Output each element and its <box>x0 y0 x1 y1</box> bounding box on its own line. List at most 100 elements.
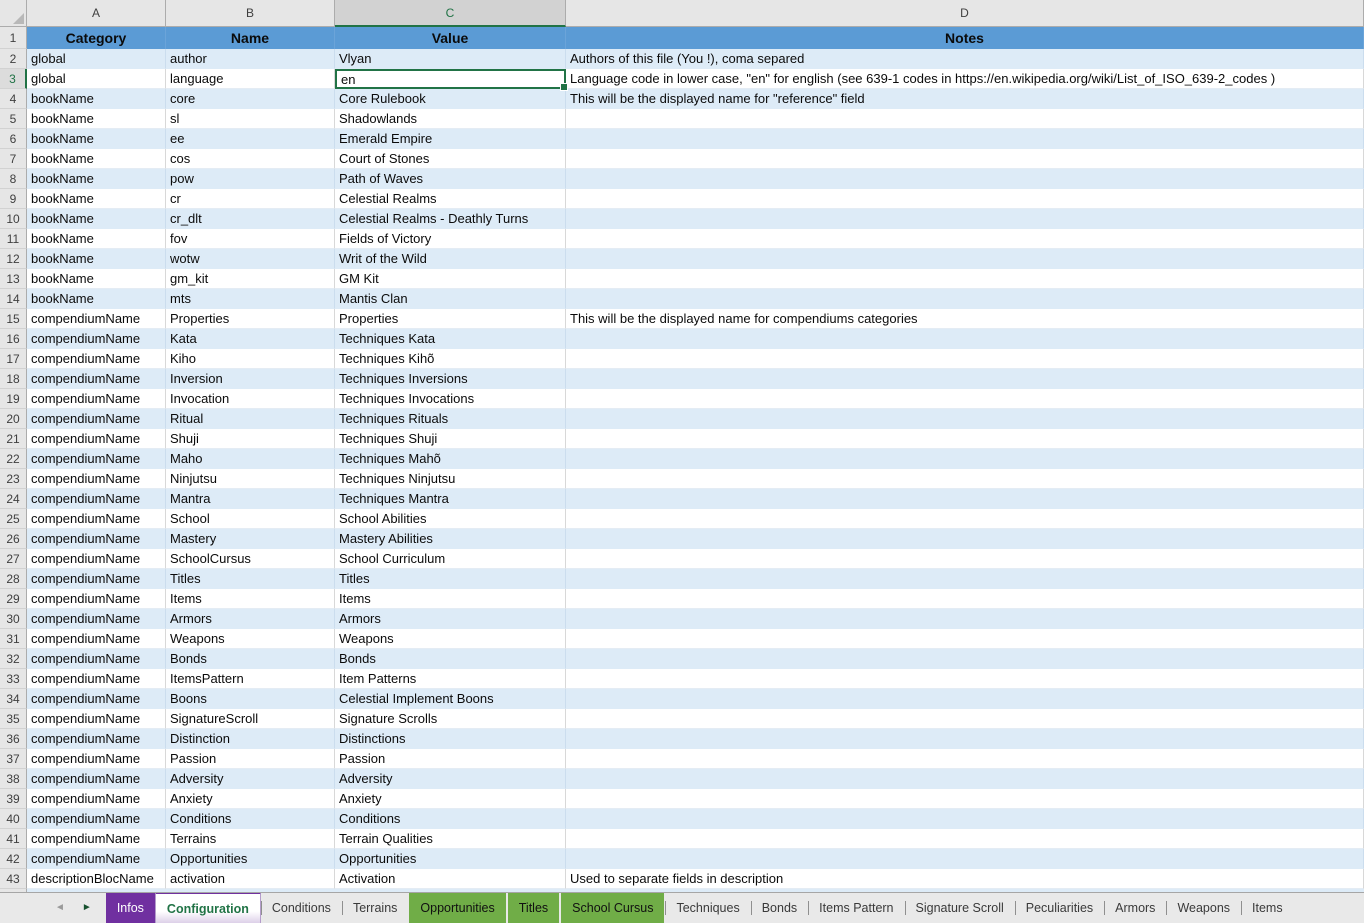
sheet-tab-items-pattern[interactable]: Items Pattern <box>808 893 904 923</box>
cell-D22[interactable] <box>566 449 1364 469</box>
cell-D17[interactable] <box>566 349 1364 369</box>
cell-A22[interactable]: compendiumName <box>27 449 166 469</box>
cell-B36[interactable]: Distinction <box>166 729 335 749</box>
row-header-1[interactable]: 1 <box>0 27 27 49</box>
cell-D3[interactable]: Language code in lower case, "en" for en… <box>566 69 1364 89</box>
cell-B9[interactable]: cr <box>166 189 335 209</box>
cell-A19[interactable]: compendiumName <box>27 389 166 409</box>
cell-C30[interactable]: Armors <box>335 609 566 629</box>
cell-C21[interactable]: Techniques Shuji <box>335 429 566 449</box>
row-header-32[interactable]: 32 <box>0 649 27 669</box>
cell-A25[interactable]: compendiumName <box>27 509 166 529</box>
cell-B6[interactable]: ee <box>166 129 335 149</box>
cell-A18[interactable]: compendiumName <box>27 369 166 389</box>
cell-B41[interactable]: Terrains <box>166 829 335 849</box>
cell-D14[interactable] <box>566 289 1364 309</box>
cell-B39[interactable]: Anxiety <box>166 789 335 809</box>
cell-A39[interactable]: compendiumName <box>27 789 166 809</box>
cell-B29[interactable]: Items <box>166 589 335 609</box>
cell-B38[interactable]: Adversity <box>166 769 335 789</box>
row-header-36[interactable]: 36 <box>0 729 27 749</box>
cell-B42[interactable]: Opportunities <box>166 849 335 869</box>
cell-C4[interactable]: Core Rulebook <box>335 89 566 109</box>
row-header-24[interactable]: 24 <box>0 489 27 509</box>
cell-D21[interactable] <box>566 429 1364 449</box>
cell-B21[interactable]: Shuji <box>166 429 335 449</box>
cell-B7[interactable]: cos <box>166 149 335 169</box>
header-cell-A1[interactable]: Category <box>27 27 166 49</box>
cell-C9[interactable]: Celestial Realms <box>335 189 566 209</box>
cell-A6[interactable]: bookName <box>27 129 166 149</box>
cell-A14[interactable]: bookName <box>27 289 166 309</box>
cell-C32[interactable]: Bonds <box>335 649 566 669</box>
cell-A35[interactable]: compendiumName <box>27 709 166 729</box>
cell-B40[interactable]: Conditions <box>166 809 335 829</box>
cell-D16[interactable] <box>566 329 1364 349</box>
cell-B25[interactable]: School <box>166 509 335 529</box>
cell-D13[interactable] <box>566 269 1364 289</box>
cell-B19[interactable]: Invocation <box>166 389 335 409</box>
row-header-37[interactable]: 37 <box>0 749 27 769</box>
cell-B15[interactable]: Properties <box>166 309 335 329</box>
cell-B12[interactable]: wotw <box>166 249 335 269</box>
cell-D39[interactable] <box>566 789 1364 809</box>
sheet-tab-bonds[interactable]: Bonds <box>751 893 808 923</box>
row-header-5[interactable]: 5 <box>0 109 27 129</box>
cell-B14[interactable]: mts <box>166 289 335 309</box>
cell-A20[interactable]: compendiumName <box>27 409 166 429</box>
cell-D28[interactable] <box>566 569 1364 589</box>
cell-C5[interactable]: Shadowlands <box>335 109 566 129</box>
cell-A23[interactable]: compendiumName <box>27 469 166 489</box>
cell-D25[interactable] <box>566 509 1364 529</box>
cell-D23[interactable] <box>566 469 1364 489</box>
sheet-tab-conditions[interactable]: Conditions <box>261 893 342 923</box>
cell-B13[interactable]: gm_kit <box>166 269 335 289</box>
cell-A11[interactable]: bookName <box>27 229 166 249</box>
sheet-tab-armors[interactable]: Armors <box>1104 893 1166 923</box>
cell-C29[interactable]: Items <box>335 589 566 609</box>
row-header-29[interactable]: 29 <box>0 589 27 609</box>
cell-D31[interactable] <box>566 629 1364 649</box>
row-header-8[interactable]: 8 <box>0 169 27 189</box>
cell-B3[interactable]: language <box>166 69 335 89</box>
cell-A37[interactable]: compendiumName <box>27 749 166 769</box>
cell-A16[interactable]: compendiumName <box>27 329 166 349</box>
cell-C41[interactable]: Terrain Qualities <box>335 829 566 849</box>
row-header-33[interactable]: 33 <box>0 669 27 689</box>
cell-C13[interactable]: GM Kit <box>335 269 566 289</box>
cell-C39[interactable]: Anxiety <box>335 789 566 809</box>
row-header-40[interactable]: 40 <box>0 809 27 829</box>
cell-A26[interactable]: compendiumName <box>27 529 166 549</box>
cell-B17[interactable]: Kiho <box>166 349 335 369</box>
column-header-A[interactable]: A <box>27 0 166 27</box>
cell-D34[interactable] <box>566 689 1364 709</box>
cell-A13[interactable]: bookName <box>27 269 166 289</box>
select-all-corner[interactable] <box>0 0 27 27</box>
row-header-17[interactable]: 17 <box>0 349 27 369</box>
cell-A10[interactable]: bookName <box>27 209 166 229</box>
cell-C31[interactable]: Weapons <box>335 629 566 649</box>
cell-A34[interactable]: compendiumName <box>27 689 166 709</box>
cell-A40[interactable]: compendiumName <box>27 809 166 829</box>
cell-B22[interactable]: Maho <box>166 449 335 469</box>
cell-A33[interactable]: compendiumName <box>27 669 166 689</box>
cell-D15[interactable]: This will be the displayed name for comp… <box>566 309 1364 329</box>
sheet-tab-opportunities[interactable]: Opportunities <box>409 893 505 923</box>
row-header-27[interactable]: 27 <box>0 549 27 569</box>
cell-A28[interactable]: compendiumName <box>27 569 166 589</box>
cell-D10[interactable] <box>566 209 1364 229</box>
sheet-tab-items[interactable]: Items <box>1241 893 1294 923</box>
cell-D27[interactable] <box>566 549 1364 569</box>
cell-B37[interactable]: Passion <box>166 749 335 769</box>
cell-A30[interactable]: compendiumName <box>27 609 166 629</box>
cell-A9[interactable]: bookName <box>27 189 166 209</box>
row-header-12[interactable]: 12 <box>0 249 27 269</box>
cell-A41[interactable]: compendiumName <box>27 829 166 849</box>
cell-D29[interactable] <box>566 589 1364 609</box>
cell-C38[interactable]: Adversity <box>335 769 566 789</box>
cell-A7[interactable]: bookName <box>27 149 166 169</box>
cell-D35[interactable] <box>566 709 1364 729</box>
cell-D4[interactable]: This will be the displayed name for "ref… <box>566 89 1364 109</box>
cell-B16[interactable]: Kata <box>166 329 335 349</box>
cell-C19[interactable]: Techniques Invocations <box>335 389 566 409</box>
